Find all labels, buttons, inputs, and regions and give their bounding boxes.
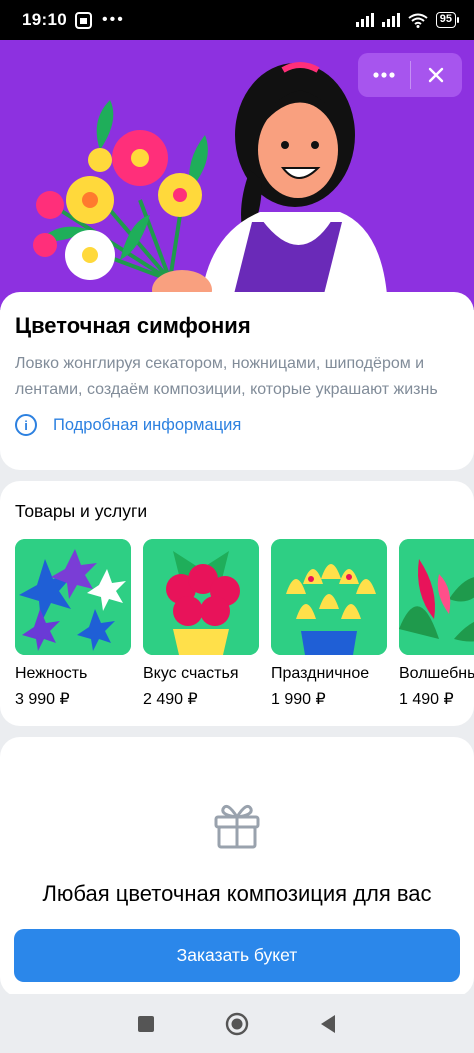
product-item[interactable]: Праздничное 1 990 ₽ (271, 539, 387, 709)
more-notifications-icon: ••• (101, 11, 125, 28)
signal-icon (355, 13, 374, 27)
product-price: 2 490 ₽ (143, 691, 198, 708)
info-icon: i (15, 414, 37, 436)
product-name: Волшебный (399, 665, 474, 682)
products-card: Товары и услуги Нежность 3 990 ₽ Вкус сч… (0, 481, 474, 726)
product-item[interactable]: Нежность 3 990 ₽ (15, 539, 131, 709)
more-horizontal-icon[interactable] (358, 53, 410, 97)
signal-icon-2 (381, 13, 400, 27)
more-info-label: Подробная информация (53, 415, 242, 434)
back-icon[interactable] (313, 1009, 343, 1039)
status-bar: 19:10 ••• 95 (0, 0, 474, 40)
app-notification-icon (74, 11, 92, 29)
product-price: 3 990 ₽ (15, 691, 70, 708)
system-nav-bar (0, 994, 474, 1053)
order-bouquet-button[interactable]: Заказать букет (14, 929, 460, 982)
promo-title: Любая цветочная композиция для вас (42, 881, 432, 906)
product-item[interactable]: Вкус счастья 2 490 ₽ (143, 539, 259, 709)
product-name: Праздничное (271, 665, 370, 682)
product-image (271, 539, 387, 655)
battery-icon: 95 (435, 12, 460, 28)
products-section-title: Товары и услуги (15, 501, 148, 521)
product-name: Вкус счастья (143, 665, 239, 682)
product-price: 1 990 ₽ (271, 691, 326, 708)
product-image (143, 539, 259, 655)
status-time: 19:10 (22, 10, 67, 29)
close-icon[interactable] (411, 53, 463, 97)
shop-info-card: Цветочная симфония Ловко жонглируя секат… (0, 292, 474, 470)
gift-icon (214, 804, 260, 849)
product-price: 1 490 ₽ (399, 691, 454, 708)
shop-description: Ловко жонглируя секатором, ножницами, ши… (15, 355, 438, 398)
recent-apps-icon[interactable] (131, 1009, 161, 1039)
product-image (15, 539, 131, 655)
wifi-icon (408, 13, 428, 28)
product-list[interactable]: Нежность 3 990 ₽ Вкус счастья 2 490 ₽ Пр… (15, 539, 474, 709)
shop-title: Цветочная симфония (15, 313, 251, 338)
product-name: Нежность (15, 665, 88, 682)
product-item[interactable]: Волшебный 1 490 ₽ (399, 539, 474, 709)
more-info-link[interactable]: i Подробная информация (15, 414, 459, 436)
home-icon[interactable] (222, 1009, 252, 1039)
product-image (399, 539, 474, 655)
hero-controls (358, 53, 462, 97)
hero-banner (0, 40, 474, 310)
